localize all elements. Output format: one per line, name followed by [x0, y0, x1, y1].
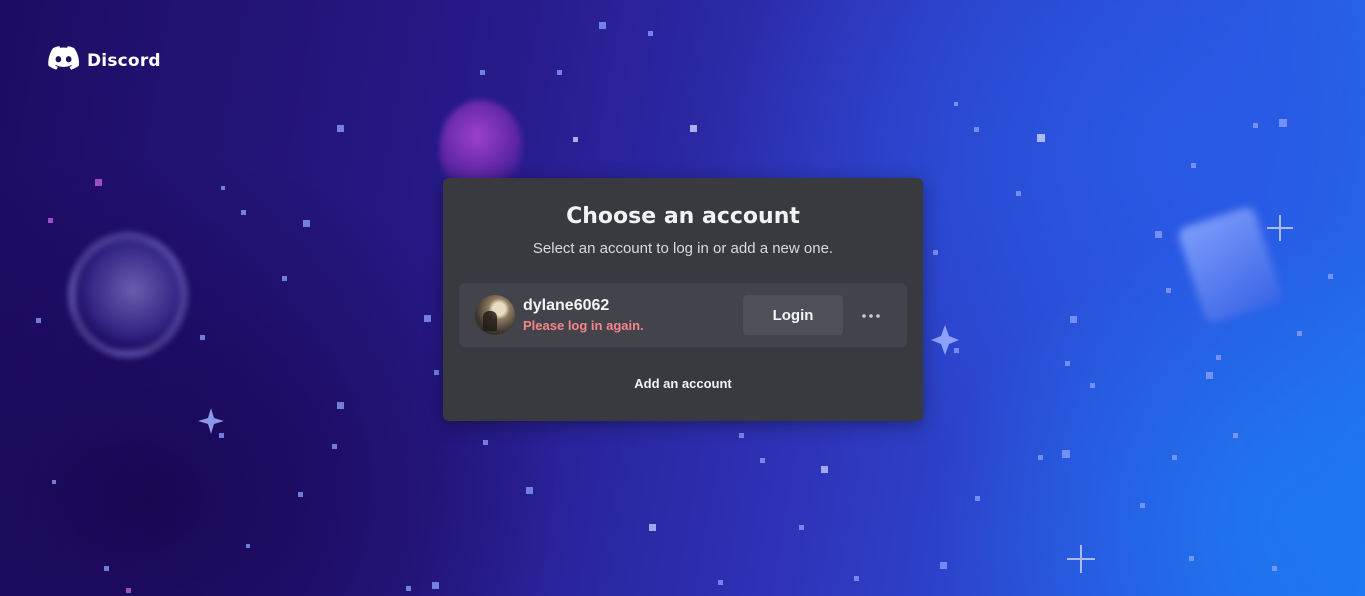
potion-decoration: [440, 100, 522, 190]
modal-subtitle: Select an account to log in or add a new…: [532, 240, 834, 257]
account-status: Please log in again.: [523, 318, 644, 333]
add-account-link[interactable]: Add an account: [443, 376, 923, 391]
avatar: [475, 295, 515, 335]
more-options-button[interactable]: [851, 295, 891, 335]
brand-name: Discord: [87, 50, 161, 71]
account-info: dylane6062 Please log in again.: [523, 296, 743, 334]
account-username: dylane6062: [523, 297, 610, 314]
ellipsis-icon: [861, 306, 881, 324]
choose-account-modal: Choose an account Select an account to l…: [443, 178, 923, 421]
login-button[interactable]: Login: [743, 295, 843, 335]
modal-title: Choose an account: [566, 204, 800, 229]
discord-clyde-icon: [48, 46, 80, 75]
background: Discord Choose an account Select an acco…: [0, 0, 1365, 596]
crystal-orb-decoration: [68, 232, 188, 358]
discord-logo[interactable]: Discord: [48, 46, 161, 75]
account-row: dylane6062 Please log in again. Login: [459, 283, 907, 347]
